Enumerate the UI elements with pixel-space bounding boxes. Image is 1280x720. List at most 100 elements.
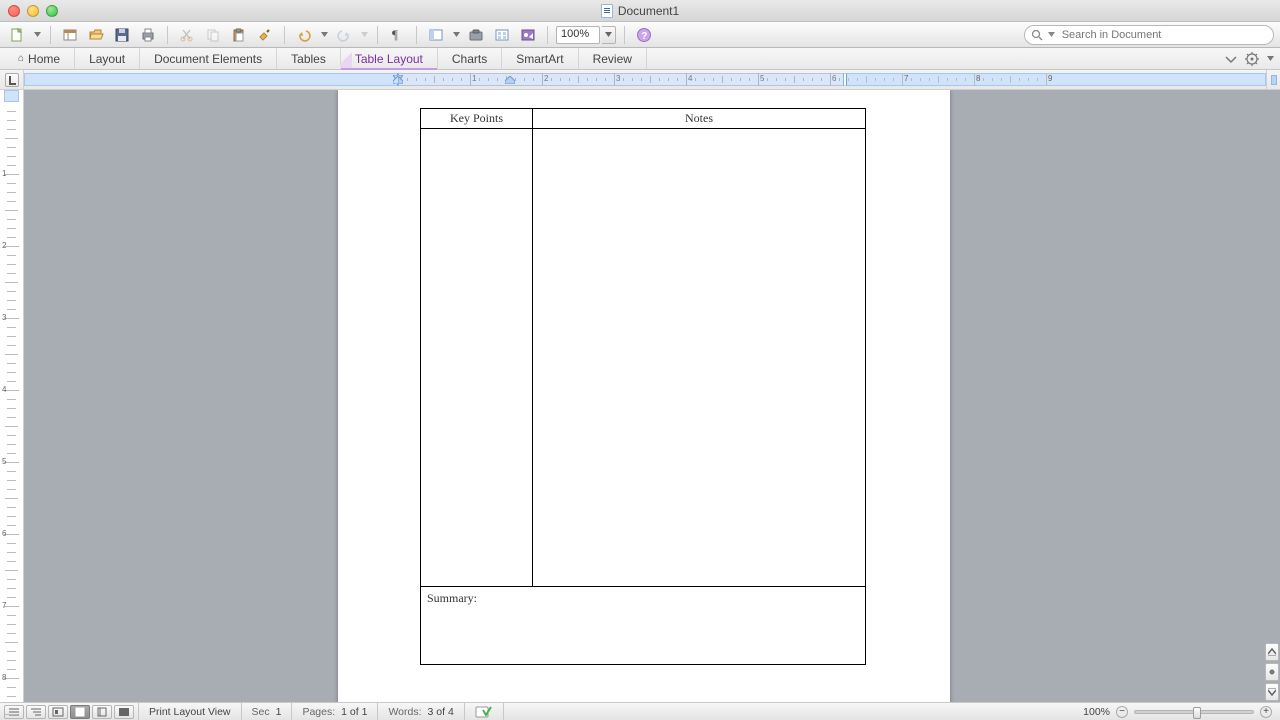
separator bbox=[416, 26, 417, 44]
open-button[interactable] bbox=[85, 25, 107, 45]
print-button[interactable] bbox=[137, 25, 159, 45]
media-browser-button[interactable] bbox=[517, 25, 539, 45]
copy-button[interactable] bbox=[202, 25, 224, 45]
paste-button[interactable] bbox=[228, 25, 250, 45]
toolbox-button[interactable] bbox=[465, 25, 487, 45]
traffic-lights bbox=[0, 5, 58, 17]
ribbon-controls bbox=[1225, 48, 1274, 69]
separator bbox=[547, 26, 548, 44]
cut-button[interactable] bbox=[176, 25, 198, 45]
document-icon bbox=[601, 4, 613, 18]
home-icon: ⌂ bbox=[18, 53, 24, 64]
zoom-out-button[interactable]: − bbox=[1116, 706, 1128, 718]
table-header-notes[interactable]: Notes bbox=[533, 109, 866, 129]
tab-label: Review bbox=[593, 52, 632, 66]
zoom-dropdown[interactable] bbox=[602, 26, 616, 44]
redo-dropdown[interactable] bbox=[359, 32, 369, 37]
new-document-button[interactable] bbox=[6, 25, 28, 45]
save-button[interactable] bbox=[111, 25, 133, 45]
undo-dropdown[interactable] bbox=[319, 32, 329, 37]
collapse-ribbon-icon[interactable] bbox=[1225, 54, 1237, 64]
pages-indicator[interactable]: Pages:1 of 1 bbox=[292, 703, 378, 720]
tab-label: SmartArt bbox=[516, 52, 563, 66]
tab-layout[interactable]: Layout bbox=[75, 48, 140, 69]
zoom-slider-thumb[interactable] bbox=[1193, 707, 1201, 719]
status-bar: Print Layout View Sec1 Pages:1 of 1 Word… bbox=[0, 702, 1280, 720]
tab-selector[interactable] bbox=[0, 70, 24, 89]
tab-charts[interactable]: Charts bbox=[438, 48, 502, 69]
focus-view-button[interactable] bbox=[114, 705, 134, 719]
zoom-in-button[interactable]: + bbox=[1260, 706, 1272, 718]
tab-label: Tables bbox=[291, 52, 326, 66]
publishing-layout-view-button[interactable] bbox=[48, 705, 68, 719]
minimize-window-button[interactable] bbox=[27, 5, 39, 17]
zoom-control[interactable]: 100% bbox=[556, 26, 616, 44]
zoom-status: 100% − + bbox=[1075, 706, 1280, 718]
separator bbox=[377, 26, 378, 44]
document-canvas[interactable]: Key Points Notes Summary: bbox=[24, 90, 1264, 702]
tab-label: Home bbox=[28, 52, 60, 66]
table-cell-keypoints[interactable] bbox=[421, 129, 533, 587]
vertical-ruler[interactable]: 123456789 bbox=[0, 90, 24, 702]
ribbon-settings-dropdown[interactable] bbox=[1267, 56, 1274, 61]
tab-smartart[interactable]: SmartArt bbox=[502, 48, 578, 69]
ribbon-tabs: ⌂ Home Layout Document Elements Tables Ta… bbox=[0, 48, 1280, 70]
table-cell-summary[interactable]: Summary: bbox=[421, 587, 866, 665]
summary-label: Summary: bbox=[427, 591, 477, 605]
horizontal-ruler[interactable] bbox=[24, 70, 1266, 89]
section-indicator[interactable]: Sec1 bbox=[242, 703, 293, 720]
window-title: Document1 bbox=[0, 4, 1280, 18]
ruler-right-cap bbox=[1266, 70, 1280, 89]
standard-toolbar: ¶ 100% ? bbox=[0, 22, 1280, 48]
select-browse-object-button[interactable] bbox=[1265, 663, 1279, 681]
spellcheck-button[interactable] bbox=[465, 703, 504, 720]
undo-button[interactable] bbox=[293, 25, 315, 45]
browse-object-column bbox=[1264, 90, 1280, 702]
format-painter-button[interactable] bbox=[254, 25, 276, 45]
separator bbox=[284, 26, 285, 44]
search-input[interactable] bbox=[1062, 29, 1267, 41]
show-formatting-button[interactable]: ¶ bbox=[386, 25, 408, 45]
table-header-keypoints[interactable]: Key Points bbox=[421, 109, 533, 129]
words-indicator[interactable]: Words:3 of 4 bbox=[378, 703, 464, 720]
close-window-button[interactable] bbox=[8, 5, 20, 17]
sidebar-button[interactable] bbox=[425, 25, 447, 45]
tab-document-elements[interactable]: Document Elements bbox=[140, 48, 277, 69]
view-name: Print Layout View bbox=[139, 703, 242, 720]
separator bbox=[624, 26, 625, 44]
ribbon-settings-icon[interactable] bbox=[1245, 52, 1259, 66]
templates-button[interactable] bbox=[59, 25, 81, 45]
tab-review[interactable]: Review bbox=[579, 48, 647, 69]
tab-home[interactable]: ⌂ Home bbox=[4, 48, 75, 69]
svg-text:?: ? bbox=[641, 31, 647, 42]
search-dropdown[interactable] bbox=[1047, 32, 1056, 37]
separator bbox=[167, 26, 168, 44]
zoom-window-button[interactable] bbox=[46, 5, 58, 17]
sidebar-dropdown[interactable] bbox=[451, 32, 461, 37]
table-cell-notes[interactable] bbox=[533, 129, 866, 587]
previous-page-button[interactable] bbox=[1265, 643, 1279, 661]
spellcheck-icon bbox=[475, 705, 493, 719]
draft-view-button[interactable] bbox=[4, 705, 24, 719]
notebook-layout-view-button[interactable] bbox=[92, 705, 112, 719]
horizontal-ruler-row bbox=[0, 70, 1280, 90]
tab-label: Charts bbox=[452, 52, 487, 66]
tab-tables[interactable]: Tables bbox=[277, 48, 341, 69]
cornell-table[interactable]: Key Points Notes Summary: bbox=[420, 108, 866, 665]
window-titlebar: Document1 bbox=[0, 0, 1280, 22]
page: Key Points Notes Summary: bbox=[338, 90, 950, 702]
next-page-button[interactable] bbox=[1265, 683, 1279, 701]
redo-button[interactable] bbox=[333, 25, 355, 45]
outline-view-button[interactable] bbox=[26, 705, 46, 719]
zoom-percent[interactable]: 100% bbox=[1083, 706, 1110, 718]
zoom-slider[interactable] bbox=[1134, 710, 1254, 714]
zoom-value[interactable]: 100% bbox=[556, 26, 600, 44]
print-layout-view-button[interactable] bbox=[70, 705, 90, 719]
gallery-button[interactable] bbox=[491, 25, 513, 45]
new-document-dropdown[interactable] bbox=[32, 32, 42, 37]
tab-label: Document Elements bbox=[154, 52, 262, 66]
search-field[interactable] bbox=[1024, 25, 1274, 45]
tab-table-layout[interactable]: Table Layout bbox=[341, 48, 438, 69]
help-button[interactable]: ? bbox=[633, 25, 655, 45]
svg-text:¶: ¶ bbox=[392, 27, 398, 42]
